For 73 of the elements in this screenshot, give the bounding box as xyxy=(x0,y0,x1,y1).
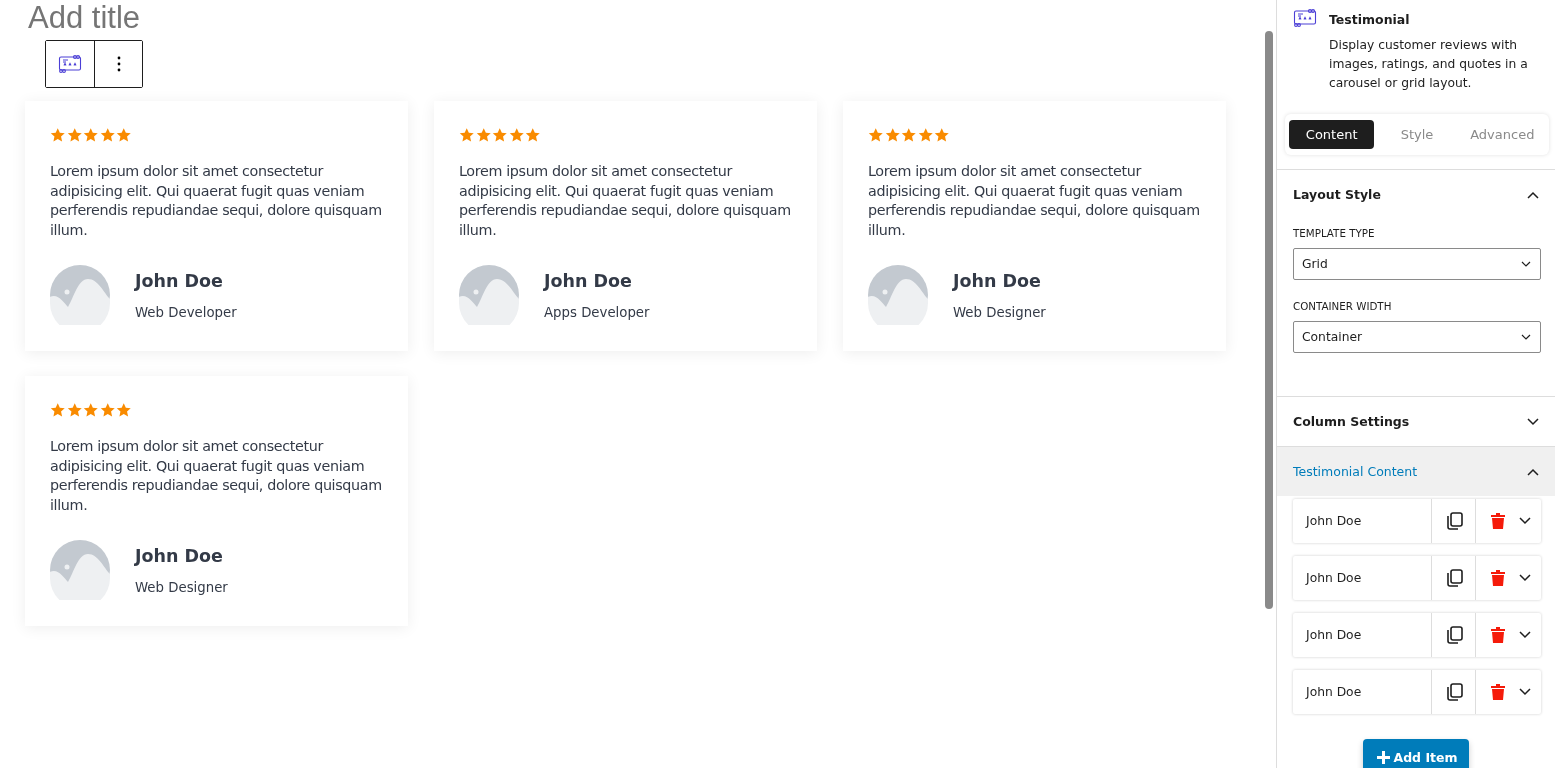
block-title: Testimonial xyxy=(1329,12,1411,27)
star-icon xyxy=(934,127,950,143)
testimonial-quote: Lorem ipsum dolor sit amet consectetur adipisicing elit. Qui quaerat fugit quas veniam perferendis repudiandae sequi, dolore quisquam illum. xyxy=(459,162,792,240)
chevron-icon xyxy=(1519,574,1531,582)
testimonial-quote: Lorem ipsum dolor sit amet consectetur adipisicing elit. Qui quaerat fugit quas veniam perferendis repudiandae sequi, dolore quisquam illum. xyxy=(868,162,1201,240)
star-icon xyxy=(66,127,82,143)
author-role: Web Designer xyxy=(135,579,228,595)
star-icon xyxy=(884,127,900,143)
tab[interactable]: Style xyxy=(1374,120,1460,149)
item-title[interactable]: John Doe xyxy=(1293,613,1431,657)
author-name: John Doe xyxy=(135,270,224,291)
star-icon xyxy=(901,127,917,143)
star-icon xyxy=(508,127,524,143)
star-icon xyxy=(99,402,115,418)
chevron-icon xyxy=(1521,334,1531,340)
item-title[interactable]: John Doe xyxy=(1293,556,1431,600)
item-title[interactable]: John Doe xyxy=(1293,670,1431,714)
chevron-icon xyxy=(1519,631,1531,639)
author-name: John Doe xyxy=(135,545,224,566)
tab[interactable]: Advanced xyxy=(1459,120,1545,149)
select-field[interactable]: Grid xyxy=(1293,248,1541,280)
avatar-placeholder-icon xyxy=(50,540,110,601)
avatar-placeholder-icon xyxy=(459,265,519,326)
star-icon xyxy=(50,402,66,418)
author-name: John Doe xyxy=(953,270,1042,291)
trash-icon xyxy=(1490,570,1505,586)
star-icon xyxy=(868,127,884,143)
author-role: Web Designer xyxy=(953,304,1046,320)
star-icon xyxy=(525,127,541,143)
chevron-icon xyxy=(1527,190,1539,199)
scrollbar[interactable] xyxy=(1265,31,1273,609)
block-description: Display customer reviews with images, ratings, and quotes in a carousel or grid layout. xyxy=(1329,37,1529,92)
add-item-button[interactable]: Add Item xyxy=(1363,739,1469,768)
testimonial-block-icon xyxy=(1293,8,1317,28)
chevron-icon xyxy=(1527,467,1539,476)
star-icon xyxy=(83,402,99,418)
chevron-icon xyxy=(1519,517,1531,525)
star-icon xyxy=(492,127,508,143)
post-title-placeholder[interactable]: Add title xyxy=(28,0,140,36)
testimonial-block-icon xyxy=(58,54,82,74)
plus-icon xyxy=(1377,750,1391,764)
author-role: Web Developer xyxy=(135,304,237,320)
panel-header[interactable]: Layout Style xyxy=(1277,170,1555,219)
star-icon xyxy=(475,127,491,143)
star-icon xyxy=(83,127,99,143)
star-icon xyxy=(99,127,115,143)
item-title[interactable]: John Doe xyxy=(1293,499,1431,543)
chevron-icon xyxy=(1521,261,1531,267)
avatar-placeholder-icon xyxy=(868,265,928,326)
star-icon xyxy=(459,127,475,143)
avatar-placeholder-icon xyxy=(50,265,110,326)
tab[interactable]: Content xyxy=(1289,120,1375,149)
author-name: John Doe xyxy=(544,270,633,291)
author-role: Apps Developer xyxy=(544,304,650,320)
star-icon xyxy=(116,402,132,418)
star-icon xyxy=(116,127,132,143)
trash-icon xyxy=(1490,684,1505,700)
more-icon xyxy=(116,56,121,72)
star-icon xyxy=(66,402,82,418)
panel-header[interactable]: Column Settings xyxy=(1277,397,1555,446)
chevron-icon xyxy=(1519,688,1531,696)
star-icon xyxy=(917,127,933,143)
panel-header[interactable]: Testimonial Content xyxy=(1277,447,1555,496)
star-icon xyxy=(50,127,66,143)
testimonial-quote: Lorem ipsum dolor sit amet consectetur adipisicing elit. Qui quaerat fugit quas veniam perferendis repudiandae sequi, dolore quisquam illum. xyxy=(50,437,383,515)
testimonial-quote: Lorem ipsum dolor sit amet consectetur adipisicing elit. Qui quaerat fugit quas veniam perferendis repudiandae sequi, dolore quisquam illum. xyxy=(50,162,383,240)
trash-icon xyxy=(1490,627,1505,643)
select-field[interactable]: Container xyxy=(1293,321,1541,353)
options-button[interactable] xyxy=(94,41,142,87)
trash-icon xyxy=(1490,513,1505,529)
chevron-icon xyxy=(1527,417,1539,426)
field-label: TEMPLATE TYPE xyxy=(1293,227,1376,239)
field-label: CONTAINER WIDTH xyxy=(1293,300,1393,312)
